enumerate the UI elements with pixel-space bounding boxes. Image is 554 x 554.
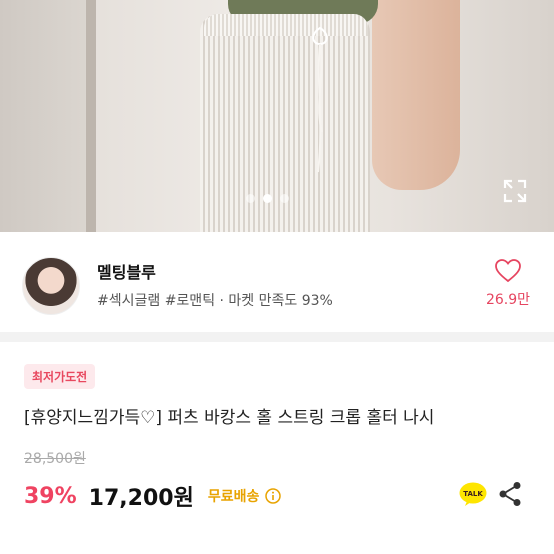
section-divider xyxy=(0,332,554,342)
model-arm xyxy=(372,0,460,190)
seller-tags: #섹시글램 #로맨틱 · 마켓 만족도 93% xyxy=(97,293,333,309)
gallery-pagination xyxy=(246,194,289,203)
share-icon[interactable] xyxy=(498,481,522,507)
background-wall xyxy=(0,0,96,232)
seller-name[interactable]: 멜팅블루 xyxy=(97,259,156,283)
sale-price: 17,200원 xyxy=(88,486,194,511)
background-post xyxy=(86,0,96,232)
seller-info: 멜팅블루 #섹시글램 #로맨틱 · 마켓 만족도 93% 26.9만 xyxy=(0,232,554,332)
pagination-dot-active[interactable] xyxy=(263,194,272,203)
talk-label: TALK xyxy=(463,490,483,498)
original-price: 28,500원 xyxy=(24,451,86,467)
pagination-dot[interactable] xyxy=(246,194,255,203)
expand-icon[interactable] xyxy=(502,178,528,204)
seller-avatar[interactable] xyxy=(22,257,80,315)
promo-badge: 최저가도전 xyxy=(24,364,96,389)
shipping-label: 무료배송 xyxy=(207,489,260,505)
info-icon[interactable] xyxy=(265,488,282,504)
like-count: 26.9만 xyxy=(485,292,531,308)
kakao-talk-icon[interactable]: TALK xyxy=(459,482,487,506)
heart-icon xyxy=(495,259,521,283)
pants-waistband xyxy=(204,14,368,36)
product-image-gallery[interactable] xyxy=(0,0,554,232)
product-title: [휴양지느낌가득♡] 퍼츠 바캉스 홀 스트링 크롭 홀터 나시 xyxy=(24,408,435,428)
discount-rate: 39% xyxy=(24,483,77,509)
drawstring xyxy=(312,26,328,173)
pagination-dot[interactable] xyxy=(280,194,289,203)
like-button[interactable]: 26.9만 xyxy=(480,259,536,309)
price-row: 39% 17,200원 무료배송 xyxy=(24,480,282,512)
